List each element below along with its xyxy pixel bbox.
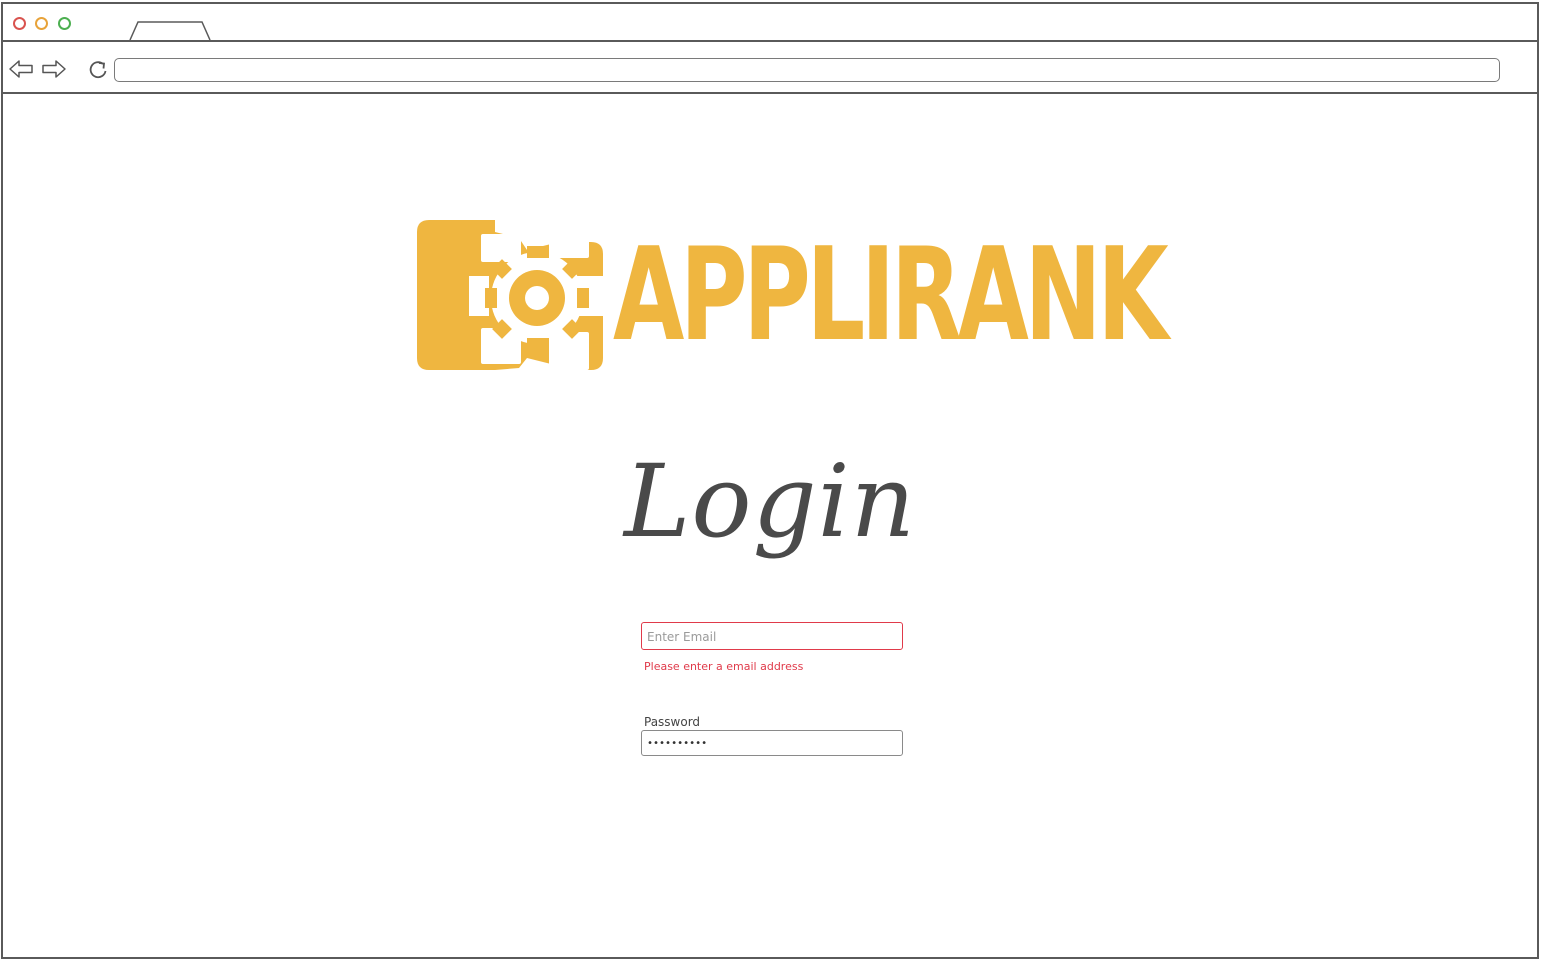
password-field[interactable]	[641, 730, 903, 756]
logo-text: APPLIRANK	[613, 221, 1169, 370]
title-bar	[3, 4, 1537, 42]
close-window-icon[interactable]	[13, 17, 26, 30]
email-error-message: Please enter a email address	[644, 660, 804, 673]
email-field[interactable]	[641, 622, 903, 650]
gear-icon	[417, 220, 603, 370]
applirank-logo: APPLIRANK	[415, 218, 1169, 374]
address-bar[interactable]	[114, 58, 1500, 82]
page-title: Login	[623, 443, 916, 560]
minimize-window-icon[interactable]	[35, 17, 48, 30]
reload-icon[interactable]	[87, 59, 111, 79]
browser-window: APPLIRANK Login Please enter a email add…	[0, 0, 1542, 964]
password-label: Password	[644, 715, 701, 729]
browser-frame: APPLIRANK Login Please enter a email add…	[1, 2, 1539, 959]
maximize-window-icon[interactable]	[58, 17, 71, 30]
forward-arrow-icon[interactable]	[41, 59, 67, 79]
navigation-bar	[3, 42, 1537, 94]
browser-tab[interactable]	[129, 20, 211, 40]
page-content: APPLIRANK Login Please enter a email add…	[3, 94, 1537, 959]
back-arrow-icon[interactable]	[8, 59, 34, 79]
